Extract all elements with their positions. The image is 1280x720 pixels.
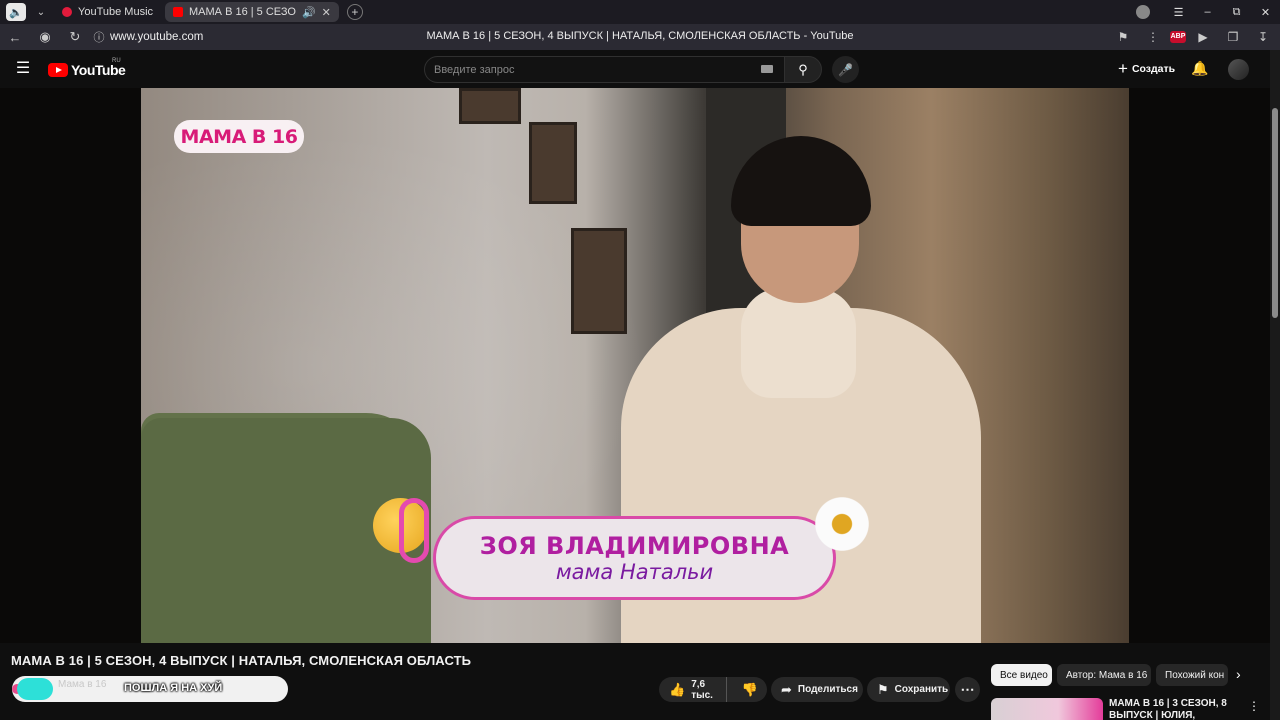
- wall-picture: [459, 88, 521, 124]
- search-input[interactable]: [434, 63, 754, 76]
- recommendation-title[interactable]: МАМА В 16 | 3 СЕЗОН, 8 ВЫПУСК | ЮЛИЯ, МО…: [1109, 698, 1234, 720]
- wall-picture: [571, 228, 627, 334]
- recommendation-thumbnail[interactable]: [991, 698, 1103, 720]
- youtube-favicon-icon: [173, 7, 184, 17]
- youtube-music-favicon-icon: [62, 7, 72, 17]
- video-frame[interactable]: МАМА В 16 ЗОЯ ВЛАДИМИРОВНА мама Натальи: [141, 88, 1129, 643]
- pacifier-ring-graphic: [399, 498, 429, 563]
- chevron-down-icon[interactable]: ⌄: [32, 7, 50, 18]
- more-vert-icon[interactable]: ⋮: [1140, 30, 1166, 44]
- new-tab-button[interactable]: +: [346, 4, 363, 20]
- like-button[interactable]: 👍 7,6 тыс.: [659, 677, 727, 702]
- reload-icon[interactable]: ↻: [60, 29, 90, 45]
- thumbs-up-icon: 👍: [669, 681, 686, 697]
- hamburger-menu-icon[interactable]: ☰: [14, 60, 32, 78]
- address-bar-actions: ⚑ ⋮ ABP ▶ ❐ ↧: [1110, 24, 1276, 50]
- browser-tab-strip: 🔈 ⌄ YouTube Music МАМА В 16 | 5 СЕЗО 🔊 ✕…: [0, 0, 1280, 24]
- share-label: Поделиться: [797, 684, 858, 695]
- tab-current-video[interactable]: МАМА В 16 | 5 СЕЗО 🔊 ✕: [165, 2, 339, 22]
- like-count: 7,6 тыс.: [691, 678, 713, 701]
- url-field[interactable]: www.youtube.com: [110, 31, 203, 43]
- bookmark-icon[interactable]: ⚑: [1110, 30, 1136, 44]
- minimize-icon[interactable]: –: [1193, 6, 1222, 18]
- person-turtleneck: [741, 288, 856, 398]
- back-icon[interactable]: ←: [0, 30, 30, 45]
- channel-name[interactable]: Мама в 16: [58, 679, 106, 690]
- youtube-play-icon: [48, 63, 68, 77]
- show-logo: МАМА В 16: [174, 120, 304, 153]
- save-button[interactable]: ⚑ Сохранить: [867, 677, 950, 702]
- keyboard-icon[interactable]: [761, 65, 773, 73]
- more-vert-icon[interactable]: ⋮: [1248, 699, 1260, 713]
- like-dislike-group: 👍 7,6 тыс. 👎: [659, 677, 767, 702]
- overlay-caption: ПОШЛА Я НА ХУЙ: [124, 682, 223, 694]
- youtube-wordmark: YouTube: [71, 62, 126, 78]
- more-actions-button[interactable]: ⋯: [955, 677, 980, 702]
- create-button[interactable]: + Создать: [1112, 58, 1181, 80]
- daisy-graphic: [811, 493, 873, 555]
- close-icon[interactable]: ✕: [322, 6, 331, 19]
- chip-author[interactable]: Автор: Мама в 16: [1057, 664, 1151, 686]
- search-button[interactable]: ⚲: [784, 56, 822, 83]
- youtube-logo[interactable]: YouTube RU: [48, 58, 126, 78]
- menu-icon[interactable]: ☰: [1164, 6, 1193, 19]
- save-label: Сохранить: [894, 684, 949, 695]
- avatar[interactable]: [1228, 59, 1249, 80]
- account-icon[interactable]: ◉: [30, 29, 60, 45]
- tab-label: МАМА В 16 | 5 СЕЗО: [189, 6, 296, 18]
- window-controls: ☰ – ⧉ ✕: [1136, 0, 1280, 24]
- lower-third-role: мама Натальи: [555, 560, 714, 584]
- create-label: Создать: [1131, 63, 1176, 75]
- thumbs-down-icon: 👎: [741, 681, 758, 697]
- subscribe-highlight: [17, 678, 53, 700]
- wall-picture: [529, 122, 577, 204]
- tab-audio-icon[interactable]: 🔊: [302, 6, 316, 19]
- restore-icon[interactable]: ⧉: [1222, 6, 1251, 19]
- site-info-icon[interactable]: ⓘ: [90, 29, 108, 45]
- channel-row[interactable]: Мама в 16 ПОШЛА Я НА ХУЙ: [12, 676, 288, 702]
- chip-similar[interactable]: Похожий кон: [1156, 664, 1228, 686]
- page-scrollbar[interactable]: [1270, 50, 1280, 720]
- share-button[interactable]: ➦ Поделиться: [771, 677, 863, 702]
- search-icon: ⚲: [798, 61, 808, 77]
- youtube-header: ☰ YouTube RU ⚲ 🎤 + Создать 🔔: [0, 50, 1270, 88]
- address-bar: ← ◉ ↻ ⓘ www.youtube.com МАМА В 16 | 5 СЕ…: [0, 24, 1280, 50]
- microphone-icon: 🎤: [838, 62, 853, 77]
- lower-third-caption: ЗОЯ ВЛАДИМИРОВНА мама Натальи: [433, 516, 836, 600]
- adblock-extension-icon[interactable]: ABP: [1170, 31, 1186, 43]
- dislike-button[interactable]: 👎: [733, 682, 767, 698]
- video-player[interactable]: МАМА В 16 ЗОЯ ВЛАДИМИРОВНА мама Натальи: [0, 88, 1270, 643]
- video-popout-icon[interactable]: ▶: [1190, 30, 1216, 44]
- chip-all-videos[interactable]: Все видео: [991, 664, 1052, 686]
- chevron-right-icon[interactable]: ›: [1236, 666, 1241, 682]
- download-icon[interactable]: ↧: [1250, 30, 1276, 44]
- region-code: RU: [112, 58, 121, 64]
- tab-label: YouTube Music: [78, 6, 154, 18]
- bookmark-save-icon: ⚑: [877, 681, 889, 697]
- video-title: МАМА В 16 | 5 СЕЗОН, 4 ВЫПУСК | НАТАЛЬЯ,…: [11, 653, 472, 668]
- tab-youtube-music[interactable]: YouTube Music: [54, 2, 161, 22]
- notifications-bell-icon[interactable]: 🔔: [1191, 60, 1208, 77]
- plus-icon: +: [1118, 59, 1128, 78]
- collections-icon[interactable]: ❐: [1220, 30, 1246, 44]
- search-box: [424, 56, 786, 83]
- lower-third-name: ЗОЯ ВЛАДИМИРОВНА: [479, 532, 790, 560]
- voice-search-button[interactable]: 🎤: [832, 56, 859, 83]
- profile-icon[interactable]: [1136, 5, 1150, 19]
- share-icon: ➦: [781, 681, 792, 697]
- scrollbar-thumb[interactable]: [1272, 108, 1278, 318]
- show-logo-text: МАМА В 16: [180, 125, 298, 148]
- speaker-icon[interactable]: 🔈: [6, 3, 26, 21]
- more-horiz-icon: ⋯: [960, 681, 975, 697]
- close-window-icon[interactable]: ✕: [1251, 6, 1280, 19]
